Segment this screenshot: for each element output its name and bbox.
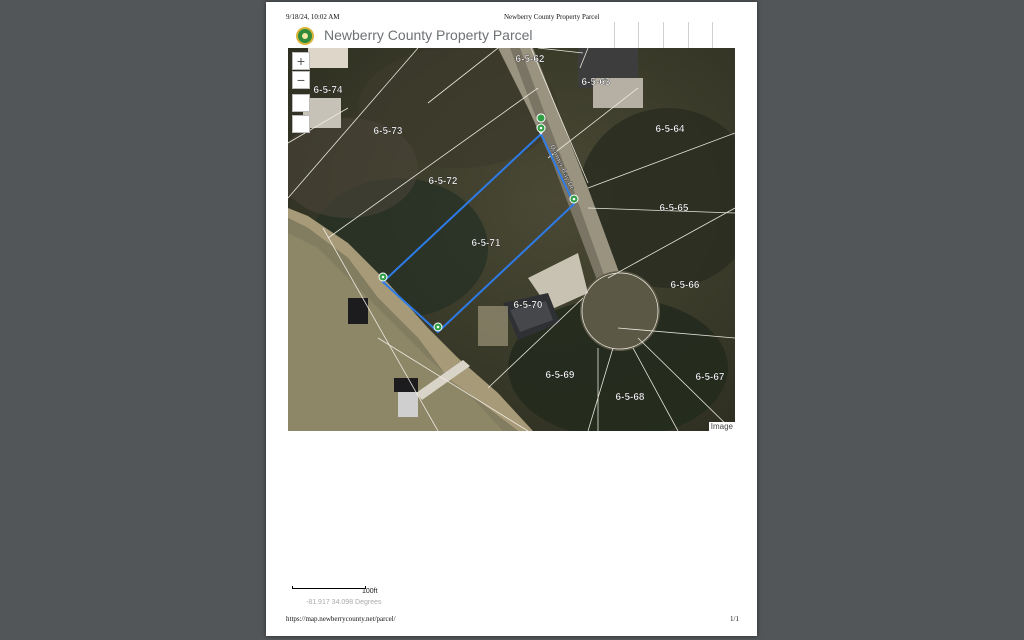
page-number: 1/1 [730, 615, 739, 623]
parcel-label: 6-5-70 [514, 300, 543, 311]
parcel-label: 6-5-65 [660, 203, 689, 214]
app-title: Newberry County Property Parcel [324, 27, 533, 43]
parcel-label: 6-5-73 [374, 126, 403, 137]
home-button[interactable] [292, 94, 310, 112]
zoom-out-button[interactable]: − [292, 71, 310, 89]
parcel-label: 6-5-71 [472, 238, 501, 249]
print-page: 9/18/24, 10:02 AM Newberry County Proper… [266, 2, 757, 636]
parcel-label: 6-5-72 [429, 176, 458, 187]
parcel-label: 6-5-64 [656, 124, 685, 135]
print-url: https://map.newberrycounty.net/parcel/ [286, 615, 396, 623]
county-seal-icon [296, 27, 314, 45]
parcel-label: 6-5-63 [582, 77, 611, 88]
locate-button[interactable] [292, 115, 310, 133]
aerial-map: Danner Bay Dr 6-5-62 6-5-63 6-5-74 6-5-7… [288, 48, 735, 431]
parcel-label: 6-5-66 [671, 280, 700, 291]
toolbar-divider [688, 22, 689, 48]
scale-label: 100ft [362, 588, 378, 595]
toolbar-divider [614, 22, 615, 48]
print-title: Newberry County Property Parcel [504, 13, 600, 21]
parcel-label: 6-5-62 [516, 54, 545, 65]
scale-bar [292, 586, 366, 589]
toolbar-divider [638, 22, 639, 48]
coordinate-readout: -81.917 34.098 Degrees [306, 599, 382, 606]
toolbar-divider [712, 22, 713, 48]
map-attribution[interactable]: Image [708, 422, 735, 431]
parcel-label: 6-5-74 [314, 85, 343, 96]
toolbar-divider [663, 22, 664, 48]
print-date: 9/18/24, 10:02 AM [286, 13, 340, 21]
app-header: Newberry County Property Parcel [288, 22, 736, 50]
parcel-label: 6-5-69 [546, 370, 575, 381]
map-view[interactable]: Danner Bay Dr 6-5-62 6-5-63 6-5-74 6-5-7… [288, 48, 735, 431]
parcel-label: 6-5-67 [696, 372, 725, 383]
parcel-label: 6-5-68 [616, 392, 645, 403]
zoom-in-button[interactable]: + [292, 52, 310, 70]
